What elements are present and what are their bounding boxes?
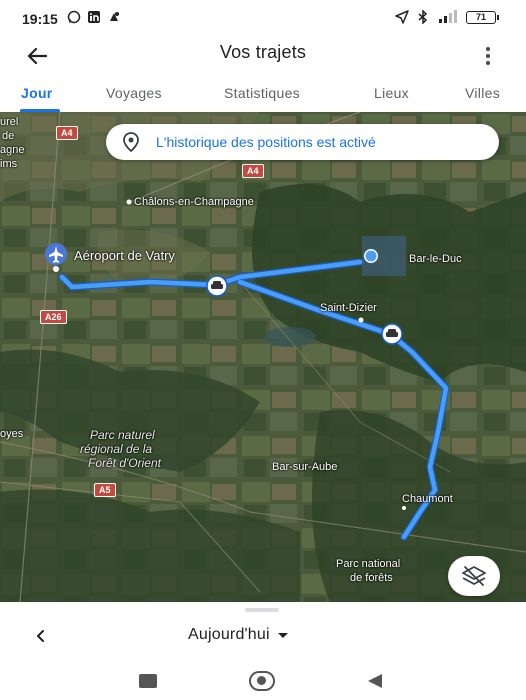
tab-villes[interactable]: Villes (465, 85, 500, 101)
tab-jour[interactable]: Jour (21, 85, 53, 101)
map-label-edge-2: de (2, 130, 15, 142)
home-icon[interactable] (249, 671, 275, 691)
recent-apps-icon[interactable] (139, 674, 157, 688)
more-vert-icon (486, 47, 490, 51)
map-label-vatry: Aéroport de Vatry (74, 248, 175, 263)
history-banner-text: L'historique des positions est activé (156, 134, 376, 150)
date-label: Aujourd'hui (188, 626, 270, 643)
status-time: 19:15 (22, 11, 58, 27)
location-history-banner[interactable]: L'historique des positions est activé (106, 124, 499, 160)
map-label-troyes: oyes (0, 428, 24, 440)
map-label-parc-orient-3: Forêt d'Orient (88, 456, 161, 470)
back-triangle-icon[interactable] (368, 674, 382, 688)
status-left-icons (67, 10, 121, 24)
status-right-icons: 71 (395, 9, 499, 25)
map-label-bar-le-duc: Bar-le-Duc (409, 253, 462, 265)
map-label-parc-orient-2: régional de la (80, 442, 153, 456)
location-arrow-icon (395, 10, 409, 24)
tab-statistiques[interactable]: Statistiques (224, 85, 300, 101)
road-shield-a4-top: A4 (56, 126, 78, 140)
previous-day-button[interactable] (30, 626, 50, 646)
whatsapp-icon (67, 10, 81, 24)
bluetooth-icon (416, 9, 430, 25)
status-bar: 19:15 71 (0, 0, 526, 38)
caret-down-icon (277, 632, 288, 638)
chevron-left-icon (37, 630, 44, 642)
tab-voyages[interactable]: Voyages (106, 85, 162, 101)
map-label-parc-orient-1: Parc naturel (90, 428, 155, 442)
system-nav-bar (0, 662, 526, 700)
map-label-parc-forets-2: de forêts (350, 572, 393, 584)
map-label-edge-1: urel (0, 116, 19, 128)
signal-icon (437, 10, 459, 24)
map-label-chaumont: Chaumont (402, 493, 453, 505)
map-label-saint-dizier: Saint-Dizier (320, 302, 377, 314)
road-shield-a26: A26 (40, 310, 67, 324)
location-pin-icon (123, 132, 139, 152)
battery-indicator: 71 (466, 10, 499, 24)
map-label-edge-3: agne (0, 144, 25, 156)
road-shield-a4-mid: A4 (242, 164, 264, 178)
map-label-edge-4: ims (0, 158, 18, 170)
map-label-parc-forets-1: Parc national (336, 558, 401, 570)
map-label-chalons: Châlons-en-Champagne (134, 196, 254, 208)
app-bar: Vos trajets (0, 38, 526, 76)
notification-icon (107, 10, 121, 24)
more-options-button[interactable] (480, 44, 496, 68)
map-label-bar-sur-aube: Bar-sur-Aube (272, 461, 338, 473)
linkedin-icon (87, 10, 101, 24)
road-shield-a5: A5 (94, 483, 116, 497)
map-view[interactable]: L'historique des positions est activé ur… (0, 112, 526, 602)
map-layers-button[interactable] (448, 556, 500, 596)
satellite-map (0, 112, 526, 602)
sheet-drag-handle[interactable] (245, 608, 279, 612)
bottom-sheet: Aujourd'hui (0, 602, 526, 662)
tab-lieux[interactable]: Lieux (374, 85, 409, 101)
date-selector[interactable]: Aujourd'hui (188, 626, 288, 644)
layers-off-icon (462, 566, 486, 586)
page-title: Vos trajets (219, 42, 307, 62)
tab-bar: Jour Voyages Statistiques Lieux Villes (0, 76, 526, 112)
